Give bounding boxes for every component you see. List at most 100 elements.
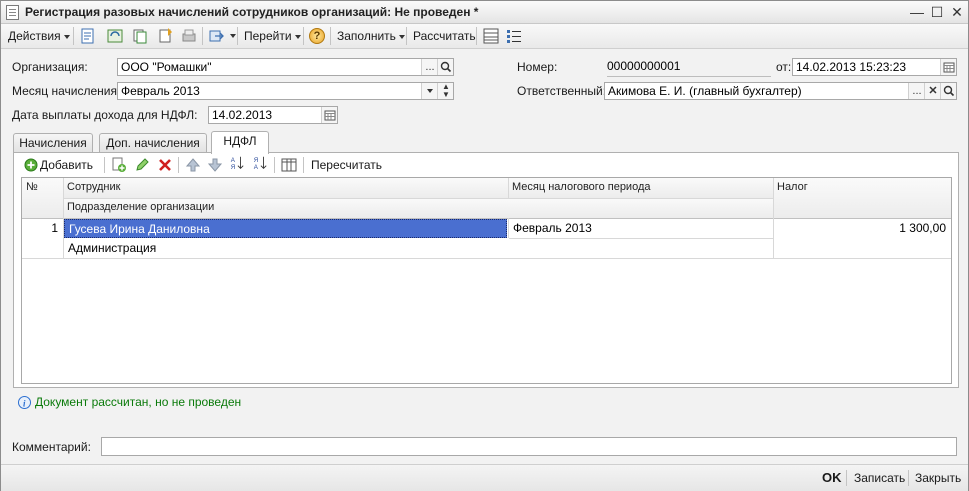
move-down-icon[interactable] (207, 157, 223, 173)
actions-menu[interactable]: Действия (8, 27, 70, 45)
toolbar-divider (330, 27, 331, 45)
organization-field[interactable]: ООО "Ромашки" ... (117, 58, 454, 76)
tab-accruals[interactable]: Начисления (13, 133, 93, 153)
payout-date-field[interactable]: 14.02.2013 (208, 106, 338, 124)
add-button[interactable]: Добавить (24, 156, 93, 174)
responsible-select-button[interactable]: ... (908, 83, 925, 99)
date-time-value: 14.02.2013 15:23:23 (796, 60, 907, 74)
minimize-button[interactable]: — (909, 4, 925, 20)
organization-label: Организация: (12, 60, 88, 74)
maximize-button[interactable]: ☐ (929, 4, 945, 20)
close-window-button[interactable]: ✕ (949, 4, 965, 20)
month-spinner[interactable]: ▲ ▼ (437, 83, 453, 99)
payout-date-value: 14.02.2013 (212, 108, 273, 122)
responsible-field[interactable]: Акимова Е. И. (главный бухгалтер) ... ✕ (604, 82, 957, 100)
toolbar-divider (178, 157, 179, 173)
search-icon[interactable] (940, 83, 956, 99)
toolbar-divider (274, 157, 275, 173)
copy-row-icon[interactable] (111, 157, 127, 173)
title-bar: Регистрация разовых начислений сотрудник… (1, 1, 968, 24)
organization-value: ООО "Ромашки" (121, 60, 212, 74)
column-header-employee[interactable]: Сотрудник (63, 178, 508, 198)
payout-date-label: Дата выплаты дохода для НДФЛ: (12, 108, 198, 122)
tab-ndfl[interactable]: НДФЛ (211, 131, 269, 154)
recalculate-button[interactable]: Пересчитать (311, 156, 382, 174)
window-title: Регистрация разовых начислений сотрудник… (25, 5, 479, 19)
comment-label: Комментарий: (12, 440, 91, 454)
svg-text:A: A (254, 164, 259, 171)
document-window: Регистрация разовых начислений сотрудник… (0, 0, 969, 491)
save-button[interactable]: Записать (854, 469, 905, 487)
fill-menu[interactable]: Заполнить (337, 27, 405, 45)
copy-document-icon[interactable] (132, 28, 148, 44)
column-header-department[interactable]: Подразделение организации (63, 198, 773, 218)
clear-icon[interactable]: ✕ (924, 83, 941, 99)
number-label: Номер: (517, 60, 558, 74)
refresh-icon[interactable] (107, 28, 123, 44)
help-icon[interactable]: ? (309, 28, 325, 44)
header-divider (63, 198, 773, 199)
employee-cell[interactable]: Гусева Ирина Даниловна (64, 219, 507, 238)
post-document-icon[interactable] (80, 28, 96, 44)
add-label: Добавить (40, 158, 94, 172)
calendar-icon[interactable] (940, 59, 956, 75)
move-up-icon[interactable] (185, 157, 201, 173)
ndfl-tab-panel: Добавить AЯ ЯA Пересчитать № Сотрудник П… (13, 152, 959, 388)
chevron-down-icon[interactable] (230, 34, 236, 38)
row-divider (22, 258, 951, 259)
settings-list-icon[interactable] (506, 28, 522, 44)
responsible-label: Ответственный: (517, 84, 607, 98)
responsible-value: Акимова Е. И. (главный бухгалтер) (608, 84, 802, 98)
columns-icon[interactable] (281, 157, 297, 173)
toolbar-divider (303, 157, 304, 173)
tax-month-cell[interactable]: Февраль 2013 (509, 219, 773, 237)
sort-descending-icon[interactable]: ЯA (252, 155, 268, 171)
sort-ascending-icon[interactable]: AЯ (229, 155, 245, 171)
column-header-tax-month[interactable]: Месяц налогового периода (508, 178, 773, 198)
organization-select-button[interactable]: ... (421, 59, 438, 75)
search-icon[interactable] (437, 59, 453, 75)
comment-field[interactable] (101, 437, 957, 456)
column-divider (508, 178, 509, 198)
ndfl-table: № Сотрудник Подразделение организации Ме… (21, 177, 952, 384)
from-label: от: (776, 60, 792, 74)
month-value: Февраль 2013 (121, 84, 200, 98)
structure-icon[interactable] (209, 28, 225, 44)
month-field[interactable]: Февраль 2013 ▲ ▼ (117, 82, 454, 100)
toolbar-divider (476, 27, 477, 45)
chevron-down-icon (63, 34, 70, 39)
toolbar-divider (202, 27, 203, 45)
column-header-number[interactable]: № (22, 178, 63, 218)
chevron-down-icon (398, 34, 405, 39)
toolbar-divider (908, 470, 909, 486)
fill-label: Заполнить (337, 29, 396, 43)
ok-button[interactable]: OK (822, 469, 842, 487)
calculate-button[interactable]: Рассчитать (413, 27, 476, 45)
date-time-field[interactable]: 14.02.2013 15:23:23 (792, 58, 957, 76)
row-number: 1 (51, 221, 58, 235)
close-button[interactable]: Закрыть (915, 469, 961, 487)
list-view-icon[interactable] (483, 28, 499, 44)
actions-label: Действия (8, 29, 61, 43)
column-header-tax[interactable]: Налог (773, 178, 951, 218)
calendar-icon[interactable] (321, 107, 337, 123)
department-cell[interactable]: Администрация (64, 239, 773, 257)
based-on-icon[interactable] (158, 27, 174, 43)
add-icon (24, 158, 38, 172)
footer-bar: OK Записать Закрыть (1, 464, 968, 491)
info-icon: i (18, 396, 31, 409)
tab-additional-accruals[interactable]: Доп. начисления (99, 133, 207, 153)
toolbar-divider (303, 27, 304, 45)
delete-icon[interactable] (157, 157, 173, 173)
svg-text:Я: Я (254, 157, 259, 164)
edit-icon[interactable] (134, 157, 150, 173)
svg-text:Я: Я (231, 164, 236, 171)
month-dropdown-button[interactable] (421, 83, 438, 99)
tax-cell[interactable]: 1 300,00 (774, 219, 951, 237)
print-icon[interactable] (181, 28, 197, 44)
number-value: 00000000001 (607, 59, 771, 77)
chevron-down-icon (427, 89, 433, 94)
toolbar-divider (73, 27, 74, 45)
status-message: Документ рассчитан, но не проведен (35, 395, 242, 409)
goto-menu[interactable]: Перейти (244, 27, 301, 45)
